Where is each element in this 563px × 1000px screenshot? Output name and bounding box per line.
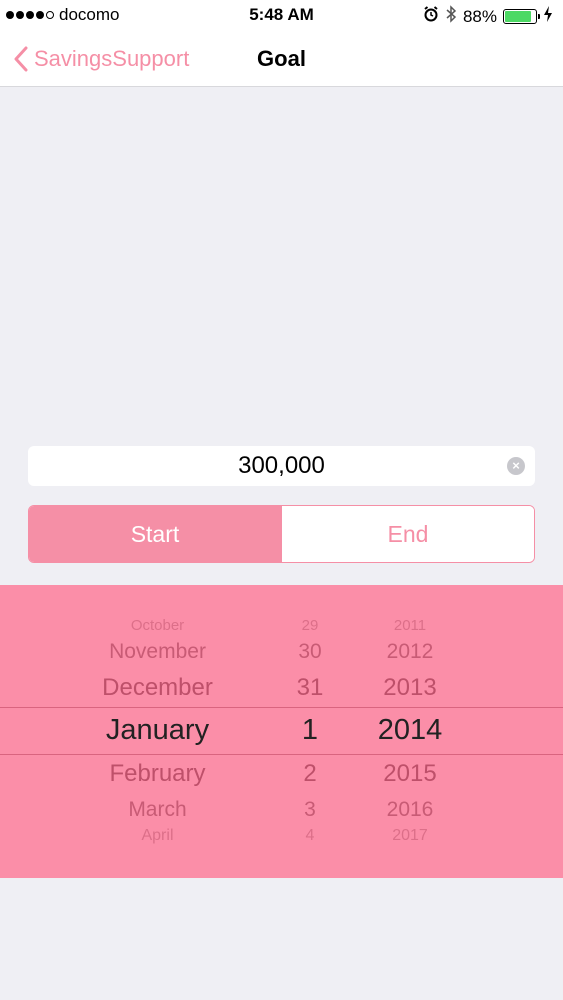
date-picker[interactable]: October 29 2011 November 30 2012 Decembe… <box>0 585 563 878</box>
picker-day: 4 <box>305 827 315 844</box>
alarm-icon <box>423 6 439 27</box>
picker-month: April <box>141 827 174 844</box>
picker-month: February <box>109 760 206 787</box>
picker-year: 2015 <box>383 760 437 787</box>
picker-day: 3 <box>304 798 316 821</box>
chevron-left-icon <box>14 46 28 72</box>
amount-input[interactable] <box>28 446 535 486</box>
back-button-label: SavingsSupport <box>34 45 190 71</box>
picker-year: 2013 <box>383 674 437 701</box>
picker-day: 2 <box>303 760 317 787</box>
picker-day-selected: 1 <box>301 714 319 746</box>
picker-day: 29 <box>301 617 319 634</box>
picker-year: 2011 <box>393 617 427 634</box>
picker-month: December <box>102 674 213 701</box>
navigation-bar: Goal SavingsSupport <box>0 30 563 87</box>
picker-day: 31 <box>296 674 324 701</box>
picker-selection-top-line <box>0 707 563 708</box>
status-bar: docomo 5:48 AM 88% <box>0 0 563 30</box>
picker-year-selected: 2014 <box>377 714 443 746</box>
bluetooth-icon <box>445 5 457 28</box>
status-right: 88% <box>423 5 553 28</box>
picker-selection-bottom-line <box>0 754 563 755</box>
segment-end[interactable]: End <box>281 506 534 562</box>
battery-percent: 88% <box>462 6 497 26</box>
picker-month: October <box>130 617 185 634</box>
battery-level <box>505 11 532 22</box>
amount-field[interactable]: × <box>28 446 535 486</box>
battery-icon <box>503 9 540 24</box>
picker-month: November <box>109 640 206 663</box>
charging-icon <box>543 6 553 27</box>
picker-year: 2012 <box>386 640 434 663</box>
picker-month: March <box>128 798 187 821</box>
clear-icon[interactable]: × <box>507 457 525 475</box>
picker-year: 2016 <box>386 798 434 821</box>
start-end-segmented-control[interactable]: Start End <box>28 505 535 563</box>
picker-day: 30 <box>298 640 322 663</box>
picker-month-selected: January <box>105 714 210 746</box>
picker-year: 2017 <box>392 827 428 844</box>
segment-start[interactable]: Start <box>29 506 281 562</box>
back-button[interactable]: SavingsSupport <box>14 30 189 87</box>
